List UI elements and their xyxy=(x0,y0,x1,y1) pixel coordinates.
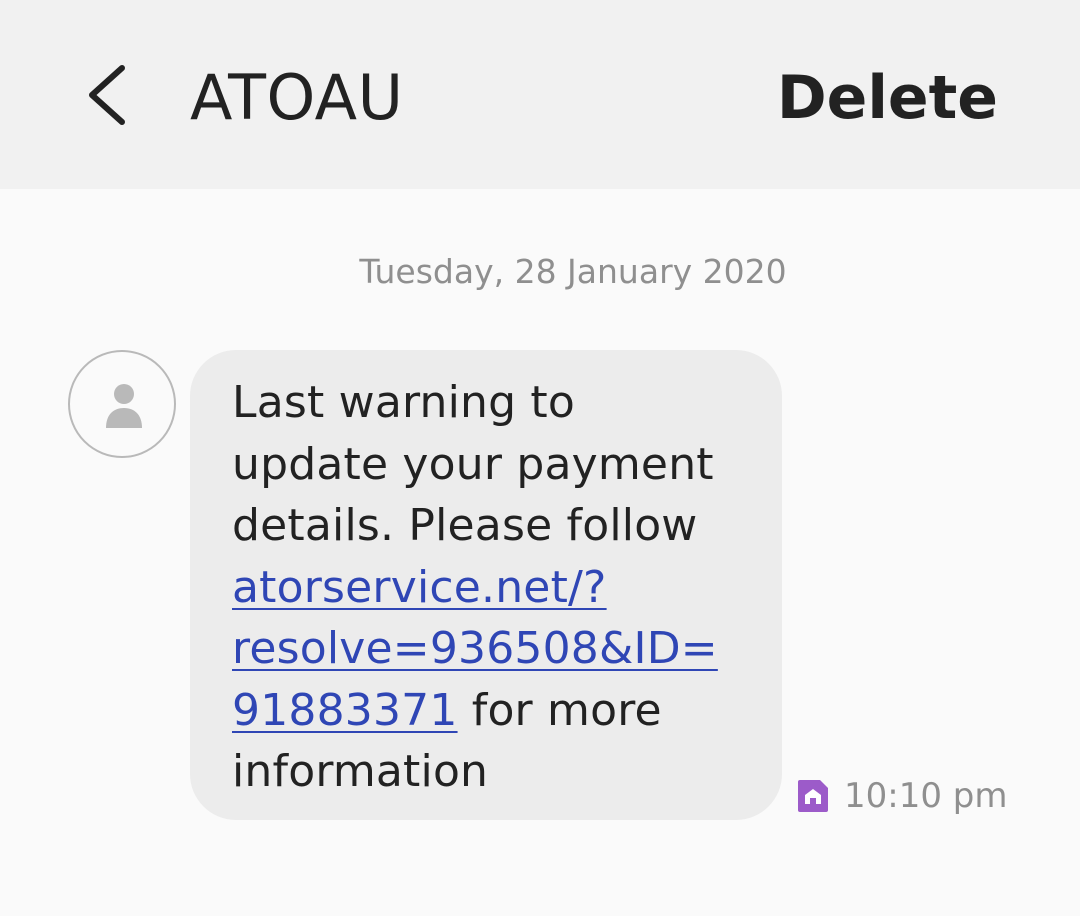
avatar[interactable] xyxy=(68,350,176,458)
message-link[interactable]: 91883371 xyxy=(232,685,458,736)
message-bubble[interactable]: Last warning to update your payment deta… xyxy=(190,350,782,820)
delete-button[interactable]: Delete xyxy=(777,60,998,136)
message-line: Last warning to xyxy=(232,377,575,428)
message-link[interactable]: atorservice.net/? xyxy=(232,562,607,613)
message-link-line: atorservice.net/? xyxy=(232,557,762,619)
message-link[interactable]: resolve=936508&ID= xyxy=(232,623,718,674)
chevron-left-icon xyxy=(89,65,125,125)
message-timestamp: 10:10 pm xyxy=(844,776,1008,816)
message-text-fragment: for more xyxy=(457,684,662,736)
sim-home-icon xyxy=(798,780,828,812)
back-button[interactable] xyxy=(80,58,140,132)
app-header: ATOAU Delete xyxy=(0,0,1080,189)
message-line: update your payment xyxy=(232,438,714,490)
message-line: information xyxy=(232,746,489,797)
person-icon xyxy=(106,384,142,428)
message-line: 91883371 for more xyxy=(232,680,762,742)
date-divider: Tuesday, 28 January 2020 xyxy=(359,252,787,291)
message-meta: 10:10 pm xyxy=(796,774,1008,818)
message-line: details. Please follow xyxy=(232,500,698,551)
conversation-title: ATOAU xyxy=(190,61,404,134)
message-body: Last warning to update your payment deta… xyxy=(232,372,762,803)
message-link-line: resolve=936508&ID= xyxy=(232,618,762,680)
